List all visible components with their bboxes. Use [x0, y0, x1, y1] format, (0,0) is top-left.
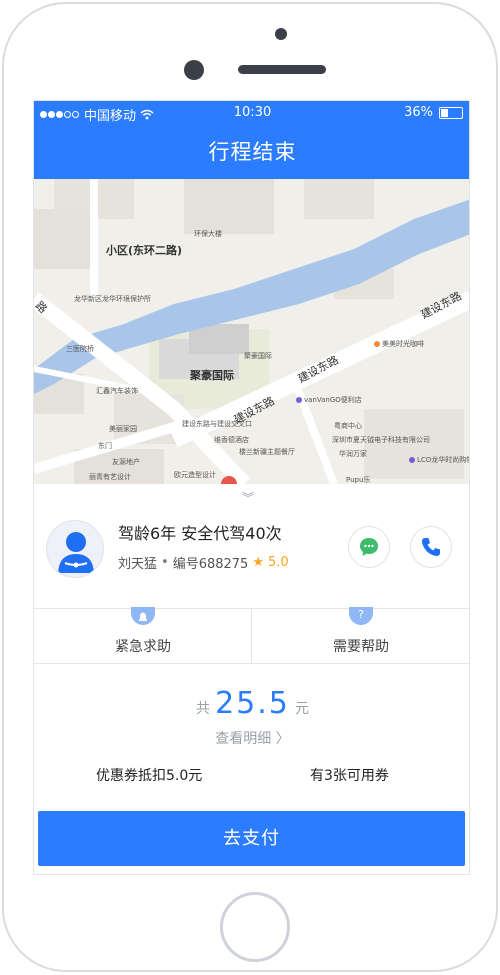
map-building-label: 聚豪国际 [190, 369, 234, 382]
map-poi-label: 美丽家园 [109, 425, 137, 433]
emergency-label: 紧急求助 [115, 639, 171, 655]
map-poi-label: 环保大楼 [194, 230, 222, 238]
map-poi-label: 深圳市夏天钺电子科技有限公司 [332, 436, 430, 444]
driver-name: 刘天猛 [118, 557, 158, 572]
status-bar: 中国移动 10:30 36% [34, 101, 469, 126]
chat-button[interactable] [348, 526, 390, 568]
front-camera [184, 60, 204, 80]
driver-card: 驾龄6年 安全代驾40次 刘天猛 • 编号688275 ★ 5.0 [34, 506, 469, 608]
map-area-label: 小区(东环二路) [106, 244, 183, 257]
fare-total: 共 25.5 元 [34, 686, 469, 721]
avatar-icon [58, 532, 94, 573]
home-button[interactable] [220, 892, 290, 962]
battery-percent: 36% [404, 105, 433, 120]
fare-amount: 25.5 [215, 686, 290, 721]
dot-separator: • [161, 555, 169, 570]
map-poi-label: 欧元造型设计 [174, 471, 216, 479]
help-button[interactable]: ? 需要帮助 [252, 607, 469, 664]
phone-icon [422, 538, 440, 556]
map-poi-label: 美美时光咖啡 [374, 339, 424, 349]
map-poi-label: 聚豪国际 [244, 352, 272, 360]
star-icon: ★ [252, 555, 264, 570]
driver-rating: 5.0 [267, 555, 289, 570]
front-sensor [275, 28, 287, 40]
map-poi-label: 楼兰新疆主题餐厅 [239, 448, 295, 456]
map-poi-label: vanVanGO便利店 [296, 395, 362, 405]
map-poi-label: 丽青有艺设计 [89, 473, 131, 481]
coupon-deduction: 优惠券抵扣5.0元 [96, 768, 203, 784]
pay-button[interactable]: 去支付 [38, 811, 465, 866]
page-title: 行程结束 [34, 126, 469, 179]
call-button[interactable] [410, 526, 452, 568]
earpiece-speaker [238, 65, 326, 74]
question-icon: ? [349, 607, 373, 625]
map-poi-label: 东门 [98, 442, 112, 450]
help-label: 需要帮助 [333, 639, 389, 655]
chat-icon [360, 538, 378, 556]
help-actions: 紧急求助 ? 需要帮助 [34, 607, 469, 664]
fare-prefix: 共 [196, 701, 210, 717]
map-poi-label: 维香德酒店 [214, 436, 249, 444]
trip-map[interactable]: 环保大楼 小区(东环二路) 龙华新区龙华环境保护所 三医院桥 汇鑫汽车装饰 美丽… [34, 179, 469, 484]
driver-summary: 驾龄6年 安全代驾40次 [118, 524, 282, 543]
chevron-down-icon[interactable]: ︾ [242, 489, 254, 506]
driver-id: 编号688275 [172, 557, 249, 572]
app-screen: 中国移动 10:30 36% 行程结束 环保大楼 小区(东环二路) 龙华新区龙华… [33, 100, 470, 875]
map-poi-label: 友源地产 [112, 458, 140, 466]
coupon-available[interactable]: 有3张可用券 [310, 765, 389, 785]
map-poi-label: 汇鑫汽车装饰 [96, 387, 138, 395]
driver-info: 刘天猛 • 编号688275 ★ 5.0 [118, 553, 289, 572]
map-poi-label: 三医院桥 [66, 345, 94, 353]
map-poi-label: 龙华新区龙华环境保护所 [74, 295, 151, 303]
emergency-button[interactable]: 紧急求助 [34, 607, 252, 664]
map-poi-label: Pupu乐 [346, 476, 371, 484]
avatar [46, 520, 104, 578]
fare-detail-link[interactable]: 查看明细 〉 [34, 728, 469, 748]
map-poi-label: LCO龙华时尚购物物语 [409, 455, 469, 465]
map-poi-label: 华润万家 [339, 450, 367, 458]
fare-unit: 元 [294, 701, 309, 717]
map-poi-label: 粤商中心 [334, 422, 362, 430]
alarm-icon [131, 607, 155, 625]
battery-icon [439, 106, 463, 119]
